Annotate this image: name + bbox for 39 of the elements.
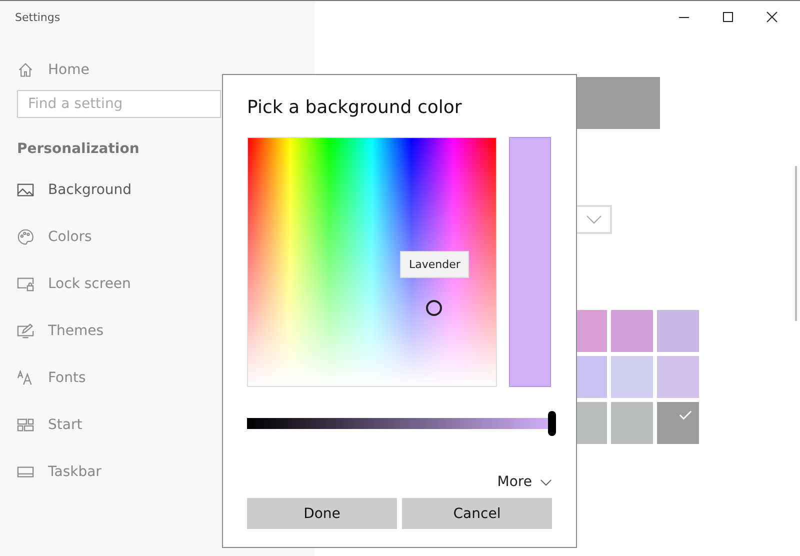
color-swatch[interactable] [611, 310, 653, 352]
lock-screen-icon [17, 276, 34, 292]
color-swatch[interactable] [611, 402, 653, 444]
chevron-down-icon [586, 215, 602, 224]
cancel-button[interactable]: Cancel [402, 498, 552, 529]
sidebar-item[interactable]: Fonts [0, 366, 86, 390]
checkmark-icon [679, 410, 692, 420]
color-swatch[interactable] [657, 402, 699, 444]
slider-thumb[interactable] [548, 411, 556, 436]
color-tooltip: Lavender [400, 251, 470, 278]
search-field[interactable]: Find a setting [17, 90, 221, 118]
chevron-down-icon [540, 478, 552, 486]
sidebar-item[interactable]: Colors [0, 225, 92, 249]
window-title: Settings [15, 11, 60, 25]
palette-icon [17, 229, 34, 245]
font-icon [17, 370, 34, 386]
picture-icon [17, 182, 34, 198]
home-icon [17, 62, 34, 78]
color-swatch[interactable] [657, 310, 699, 352]
sidebar-item[interactable]: Themes [0, 319, 104, 343]
sidebar-item[interactable]: Taskbar [0, 460, 102, 484]
color-spectrum[interactable]: Lavender [247, 137, 497, 387]
maximize-icon[interactable] [722, 11, 734, 23]
scrollbar[interactable] [795, 166, 797, 321]
close-icon[interactable] [766, 11, 778, 23]
sidebar-item[interactable]: Lock screen [0, 272, 131, 296]
home-link[interactable]: Home [0, 58, 90, 82]
monitor-pen-icon [17, 323, 34, 339]
start-tiles-icon [17, 417, 34, 433]
more-toggle[interactable]: More [497, 474, 552, 490]
picker-handle[interactable] [426, 300, 442, 316]
done-button[interactable]: Done [247, 498, 397, 529]
sidebar-item[interactable]: Start [0, 413, 82, 437]
color-swatch[interactable] [611, 356, 653, 398]
color-swatch[interactable] [657, 356, 699, 398]
sidebar-item[interactable]: Background [0, 178, 132, 202]
section-heading: Personalization [17, 141, 140, 157]
taskbar-icon [17, 464, 34, 480]
dialog-title: Pick a background color [247, 97, 462, 118]
